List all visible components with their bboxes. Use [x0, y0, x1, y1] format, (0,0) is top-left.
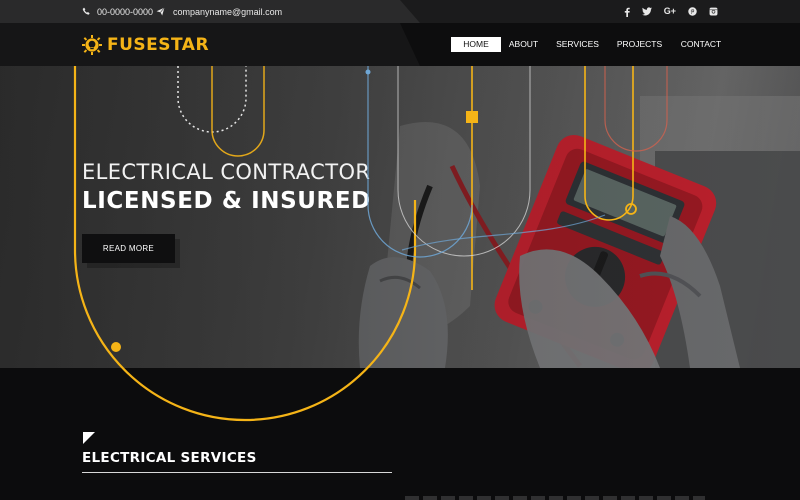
services-heading-underline — [82, 472, 392, 473]
paper-plane-icon — [156, 7, 165, 16]
email-contact[interactable]: companyname@gmail.com — [156, 0, 282, 23]
google-plus-icon[interactable]: G+ — [664, 7, 676, 16]
nav-services[interactable]: SERVICES — [546, 37, 609, 52]
hero-dark-overlay — [0, 66, 800, 368]
twitter-icon[interactable] — [641, 7, 652, 16]
services-intro-text-cutoff — [405, 496, 705, 500]
topbar-dark-notch — [400, 0, 800, 23]
corner-triangle-icon — [83, 432, 95, 444]
nav-projects[interactable]: PROJECTS — [609, 37, 670, 52]
main-navigation: HOME ABOUT SERVICES PROJECTS CONTACT — [451, 37, 732, 52]
hero-heading-line2: LICENSED & INSURED — [82, 188, 371, 214]
nav-contact[interactable]: CONTACT — [670, 37, 732, 52]
nav-about[interactable]: ABOUT — [501, 37, 546, 52]
top-contact-bar: 00-0000-0000 companyname@gmail.com G+ — [0, 0, 800, 23]
logo-wordmark: FUSESTAR — [107, 35, 210, 55]
phone-icon — [82, 7, 90, 15]
facebook-icon[interactable] — [624, 7, 630, 17]
lightbulb-gear-icon — [82, 35, 102, 55]
email-address: companyname@gmail.com — [173, 6, 283, 17]
main-header: FUSESTAR HOME ABOUT SERVICES PROJECTS CO… — [0, 23, 800, 66]
instagram-icon[interactable] — [709, 7, 718, 16]
hero-heading-line1: ELECTRICAL CONTRACTOR — [82, 160, 371, 184]
phone-contact[interactable]: 00-0000-0000 — [82, 0, 153, 23]
pinterest-icon[interactable] — [688, 7, 697, 16]
services-section: ELECTRICAL SERVICES — [0, 368, 800, 500]
read-more-button[interactable]: READ MORE — [82, 234, 175, 263]
social-links: G+ — [624, 0, 718, 23]
services-heading: ELECTRICAL SERVICES — [82, 450, 257, 466]
phone-number: 00-0000-0000 — [97, 6, 154, 17]
nav-home[interactable]: HOME — [451, 37, 501, 52]
site-logo[interactable]: FUSESTAR — [82, 33, 209, 57]
hero-banner: ELECTRICAL CONTRACTOR LICENSED & INSURED… — [0, 66, 800, 368]
